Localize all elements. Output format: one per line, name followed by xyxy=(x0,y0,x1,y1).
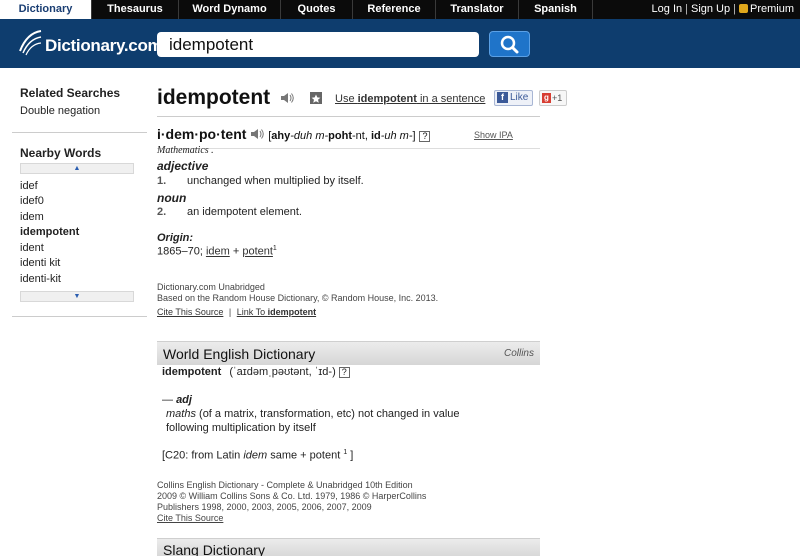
scroll-up-icon: ▲ xyxy=(73,164,81,172)
search-button[interactable] xyxy=(489,31,530,57)
field-label: Mathematics . xyxy=(157,145,214,156)
login-link[interactable]: Log In xyxy=(652,3,683,15)
entry-headword: idempotent xyxy=(157,86,271,109)
cite-source-link[interactable]: Cite This Source xyxy=(157,307,223,317)
tab-reference[interactable]: Reference xyxy=(353,0,436,19)
collins-copyright: 2009 © William Collins Sons & Co. Ltd. 1… xyxy=(157,491,427,501)
pronunciation-line: i·dem·po·tent [ahy-duh m-poht-nt, id-uh … xyxy=(157,126,431,142)
show-ipa-link[interactable]: Show IPA xyxy=(474,130,513,140)
part-of-speech: noun xyxy=(157,191,187,205)
related-searches-title: Related Searches xyxy=(20,86,121,100)
publisher-label: Collins xyxy=(503,348,534,359)
pronunciation-divider xyxy=(157,148,540,149)
world-headword-line: idempotent (ˈaɪdəmˌpəʊtənt, ˈɪd-) ? xyxy=(162,366,350,378)
section-title: Slang Dictionary xyxy=(163,542,265,556)
facebook-icon: f xyxy=(497,92,508,103)
sense-number: 1. xyxy=(157,175,167,187)
definition: unchanged when multiplied by itself. xyxy=(187,175,364,187)
collins-source: Collins English Dictionary - Complete & … xyxy=(157,480,413,490)
sidebar-divider xyxy=(12,316,147,317)
slang-dictionary-header: Slang Dictionary xyxy=(157,538,540,556)
signup-link[interactable]: Sign Up xyxy=(691,3,730,15)
help-button[interactable]: ? xyxy=(419,131,431,142)
sense-number: 2. xyxy=(157,206,167,218)
world-definition-cont: following multiplication by itself xyxy=(166,422,316,434)
definition: an idempotent element. xyxy=(187,206,302,218)
related-search-item[interactable]: Double negation xyxy=(20,104,147,120)
nearby-word[interactable]: idef xyxy=(20,179,147,195)
world-pos: — adj xyxy=(162,394,192,406)
origin-link-potent[interactable]: potent xyxy=(242,246,273,258)
tab-translator[interactable]: Translator xyxy=(436,0,519,19)
nearby-word[interactable]: idef0 xyxy=(20,194,147,210)
scroll-up-button[interactable]: ▲ xyxy=(20,162,134,174)
sidebar: Related Searches Double negation Nearby … xyxy=(12,68,147,317)
facebook-like-button[interactable]: f Like xyxy=(494,90,533,106)
help-button[interactable]: ? xyxy=(338,367,350,378)
origin-link-idem[interactable]: idem xyxy=(206,246,230,258)
cite-source-link[interactable]: Cite This Source xyxy=(157,513,223,524)
origin-label: Origin: xyxy=(157,232,194,244)
nearby-word[interactable]: idem xyxy=(20,210,147,226)
headword-divider xyxy=(157,116,540,117)
use-in-sentence-link[interactable]: Use idempotent in a sentence xyxy=(335,93,485,105)
tab-dictionary[interactable]: Dictionary xyxy=(0,0,92,19)
premium-label: Premium xyxy=(749,3,794,15)
world-definition: maths (of a matrix, transformation, etc)… xyxy=(166,408,460,420)
google-plus-icon: g xyxy=(542,93,551,103)
source-links: Cite This Source | Link To idempotent xyxy=(157,307,317,317)
nearby-word[interactable]: identi-kit xyxy=(20,272,147,288)
section-title: World English Dictionary xyxy=(163,346,316,362)
world-etymology: [C20: from Latin idem same + potent 1 ] xyxy=(162,449,354,462)
nearby-words-title: Nearby Words xyxy=(20,145,102,160)
nearby-word[interactable]: identi kit xyxy=(20,256,147,272)
logo-text: Dictionary.com xyxy=(45,36,163,55)
site-header: Dictionary.com idempotent xyxy=(0,19,800,68)
search-icon xyxy=(500,35,519,54)
part-of-speech: adjective xyxy=(157,159,209,173)
premium-link[interactable]: Premium xyxy=(738,3,794,15)
origin-text: 1865–70; idem + potent1 xyxy=(157,245,277,258)
world-english-header: World English Dictionary Collins xyxy=(157,341,540,365)
lock-icon xyxy=(738,4,748,13)
logo-mark-icon xyxy=(19,30,42,56)
link-to-link[interactable]: Link To idempotent xyxy=(237,307,316,317)
pronunciation-spell: [ahy-duh m-poht-nt, id-uh m-] xyxy=(268,130,416,142)
search-input[interactable]: idempotent xyxy=(157,32,479,57)
scroll-down-icon: ▼ xyxy=(73,293,81,300)
speaker-icon[interactable] xyxy=(280,92,294,104)
top-navigation: Dictionary Thesaurus Word Dynamo Quotes … xyxy=(0,0,800,19)
source-copyright: Based on the Random House Dictionary, © … xyxy=(157,293,439,303)
syllables: i·dem·po·tent xyxy=(157,126,247,142)
scroll-down-button[interactable]: ▼ xyxy=(20,291,134,302)
sidebar-divider xyxy=(12,131,147,133)
nearby-word[interactable]: ident xyxy=(20,241,147,257)
nearby-word-current[interactable]: idempotent xyxy=(20,225,147,241)
tab-thesaurus[interactable]: Thesaurus xyxy=(92,0,179,19)
account-links: Log In | Sign Up | Premium xyxy=(651,3,794,15)
tab-quotes[interactable]: Quotes xyxy=(281,0,353,19)
tab-word-dynamo[interactable]: Word Dynamo xyxy=(179,0,281,19)
tab-spanish[interactable]: Spanish xyxy=(519,0,593,19)
source-title: Dictionary.com Unabridged xyxy=(157,282,265,292)
star-icon[interactable] xyxy=(310,92,322,104)
collins-publishers: Publishers 1998, 2000, 2003, 2005, 2006,… xyxy=(157,502,372,512)
google-plus-button[interactable]: g +1 xyxy=(539,90,567,106)
speaker-icon[interactable] xyxy=(250,128,265,140)
